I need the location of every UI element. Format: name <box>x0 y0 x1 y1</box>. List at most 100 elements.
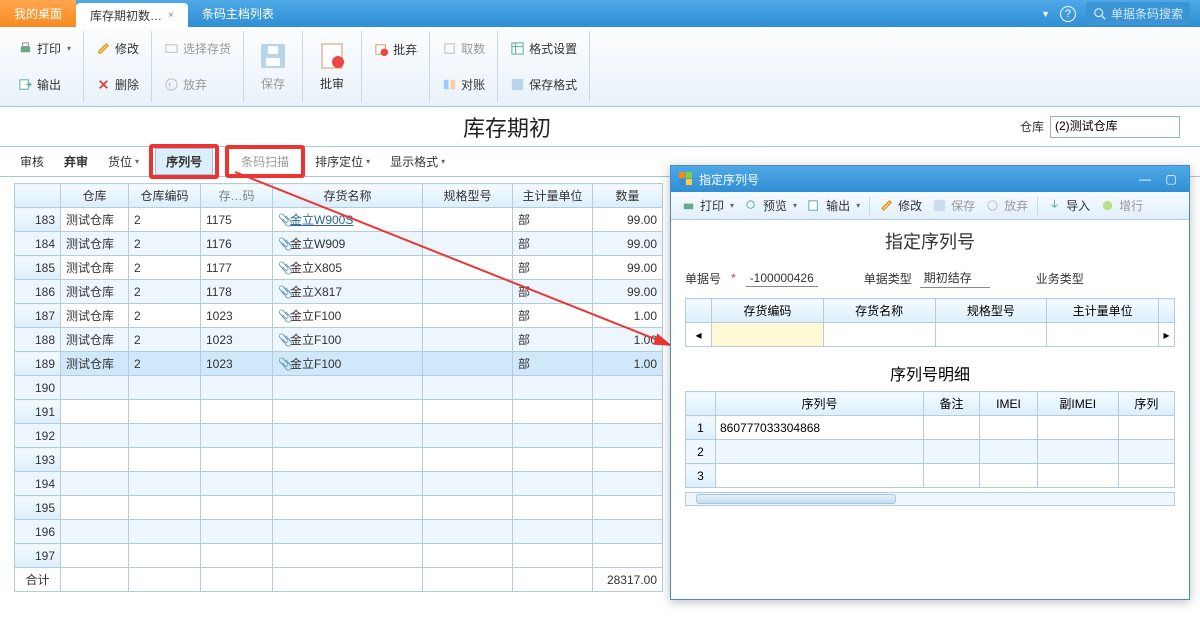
table-row[interactable]: 188测试仓库21023📎金立F100部1.00 <box>15 328 663 352</box>
dlg-preview-button[interactable]: 预览▾ <box>740 195 801 216</box>
table-row[interactable]: 186测试仓库21178📎金立X817部99.00 <box>15 280 663 304</box>
col-spec[interactable]: 规格型号 <box>935 299 1047 323</box>
col-spec[interactable]: 规格型号 <box>423 184 513 208</box>
table-row[interactable]: 189测试仓库21023📎金立F100部1.00 <box>15 352 663 376</box>
dialog-grid-header: 存货编码 存货名称 规格型号 主计量单位 ◂▸ <box>685 298 1175 347</box>
col-goods-name[interactable]: 存货名称 <box>273 184 423 208</box>
audit-button[interactable]: 审核 <box>10 149 54 174</box>
table-row[interactable]: 185测试仓库21177📎金立X805部99.00 <box>15 256 663 280</box>
page-header: 库存期初 仓库 (2)测试仓库 <box>0 107 1200 147</box>
dlg-print-button[interactable]: 打印▾ <box>677 195 738 216</box>
discard-audit-button[interactable]: 弃审 <box>54 149 98 174</box>
close-icon[interactable]: × <box>168 10 174 21</box>
table-row[interactable]: 187测试仓库21023📎金立F100部1.00 <box>15 304 663 328</box>
col-goods-name[interactable]: 存货名称 <box>823 299 935 323</box>
table-row[interactable]: 183测试仓库21175📎金立W900S部99.00 <box>15 208 663 232</box>
batch-discard-button[interactable]: 批弃 <box>370 39 421 60</box>
col-qty[interactable]: 数量 <box>593 184 663 208</box>
minimize-icon[interactable]: — <box>1135 171 1155 187</box>
dlg-import-button[interactable]: 导入 <box>1043 195 1094 216</box>
search-input[interactable]: 单据条码搜索 <box>1086 2 1190 25</box>
serial-button[interactable]: 序列号 <box>155 148 213 175</box>
recon-button[interactable]: 对账 <box>438 74 489 95</box>
tab-current[interactable]: 库存期初数…× <box>76 3 188 27</box>
biz-type-label: 业务类型 <box>1036 270 1084 287</box>
barcode-scan-button[interactable]: 条码扫描 <box>231 149 299 174</box>
col-serial2[interactable]: 序列 <box>1118 392 1174 416</box>
dlg-output-button[interactable]: 输出▾ <box>803 195 864 216</box>
dlg-addrow-button[interactable]: 增行 <box>1096 195 1147 216</box>
dialog-app-icon <box>679 172 693 186</box>
dialog-hscroll[interactable] <box>685 492 1175 506</box>
table-row[interactable]: 184测试仓库21176📎金立W909部99.00 <box>15 232 663 256</box>
doc-no-label: 单据号 <box>685 270 721 287</box>
save-icon <box>256 39 290 73</box>
table-row[interactable]: 195 <box>15 496 663 520</box>
output-button[interactable]: 输出 <box>14 74 75 95</box>
save-button[interactable]: 保存 <box>257 73 289 94</box>
warehouse-select[interactable]: (2)测试仓库 <box>1050 116 1180 138</box>
delete-button[interactable]: 删除 <box>92 74 143 95</box>
location-button[interactable]: 货位▾ <box>98 149 149 174</box>
col-warehouse[interactable]: 仓库 <box>61 184 129 208</box>
approve-icon <box>315 39 349 73</box>
dialog-toolbar: 打印▾ 预览▾ 输出▾ 修改 保存 放弃 导入 增行 <box>671 192 1189 220</box>
table-row[interactable]: 197 <box>15 544 663 568</box>
tab-desktop[interactable]: 我的桌面 <box>0 0 76 27</box>
discard-button[interactable]: 放弃 <box>160 74 235 95</box>
col-serial[interactable]: 序列号 <box>716 392 924 416</box>
table-row[interactable]: 196 <box>15 520 663 544</box>
ribbon: 打印▾ 输出 修改 删除 选择存货 放弃 保存 批审 批弃 取数 对账 格式设置… <box>0 27 1200 107</box>
dlg-save-button[interactable]: 保存 <box>928 195 979 216</box>
display-button[interactable]: 显示格式▾ <box>380 149 455 174</box>
serial-row[interactable]: 1860777033304868 <box>686 416 1175 440</box>
serial-row[interactable]: 3 <box>686 464 1175 488</box>
print-button[interactable]: 打印▾ <box>14 38 75 59</box>
serial-dialog: 指定序列号 — ▢ 打印▾ 预览▾ 输出▾ 修改 保存 放弃 导入 增行 指定序… <box>670 165 1190 600</box>
col-imei2[interactable]: 副IMEI <box>1037 392 1118 416</box>
dlg-discard-button[interactable]: 放弃 <box>981 195 1032 216</box>
save-format-button[interactable]: 保存格式 <box>506 74 581 95</box>
main-grid[interactable]: 仓库 仓库编码 存…码 存货名称 规格型号 主计量单位 数量 183测试仓库21… <box>14 183 662 592</box>
table-row[interactable]: 193 <box>15 448 663 472</box>
col-imei[interactable]: IMEI <box>980 392 1038 416</box>
maximize-icon[interactable]: ▢ <box>1161 171 1181 187</box>
table-row[interactable]: 192 <box>15 424 663 448</box>
getqty-button[interactable]: 取数 <box>438 38 489 59</box>
col-goods-code[interactable]: 存…码 <box>201 184 273 208</box>
doc-no-value: -100000426 <box>746 270 818 287</box>
select-goods-button[interactable]: 选择存货 <box>160 38 235 59</box>
table-row[interactable]: 190 <box>15 376 663 400</box>
dialog-subheading: 序列号明细 <box>671 351 1189 391</box>
serial-detail-grid[interactable]: 序列号 备注 IMEI 副IMEI 序列 186077703330486823 <box>685 391 1175 488</box>
main-tabbar: 我的桌面 库存期初数…× 条码主档列表 ▼ ? 单据条码搜索 <box>0 0 1200 27</box>
dialog-heading: 指定序列号 <box>671 220 1189 262</box>
approve-button[interactable]: 批审 <box>316 73 348 94</box>
dlg-modify-button[interactable]: 修改 <box>875 195 926 216</box>
help-icon[interactable]: ? <box>1060 6 1076 22</box>
highlight-barcode: 条码扫描 <box>225 145 305 178</box>
total-row: 合计28317.00 <box>15 568 663 592</box>
doc-type-label: 单据类型 <box>864 270 912 287</box>
tab-barcode-master[interactable]: 条码主档列表 <box>188 0 288 27</box>
col-unit[interactable]: 主计量单位 <box>1047 299 1159 323</box>
col-wh-code[interactable]: 仓库编码 <box>129 184 201 208</box>
dropdown-icon[interactable]: ▼ <box>1041 9 1050 19</box>
sort-button[interactable]: 排序定位▾ <box>305 149 380 174</box>
table-row[interactable]: 194 <box>15 472 663 496</box>
modify-button[interactable]: 修改 <box>92 38 143 59</box>
required-icon: * <box>731 271 736 285</box>
table-row[interactable]: 191 <box>15 400 663 424</box>
col-remark[interactable]: 备注 <box>923 392 979 416</box>
serial-row[interactable]: 2 <box>686 440 1175 464</box>
dialog-fields: 单据号 * -100000426 单据类型 期初结存 业务类型 <box>671 262 1189 294</box>
col-unit[interactable]: 主计量单位 <box>513 184 593 208</box>
dialog-titlebar[interactable]: 指定序列号 — ▢ <box>671 166 1189 192</box>
col-idx[interactable] <box>15 184 61 208</box>
col-goods-code[interactable]: 存货编码 <box>712 299 824 323</box>
format-button[interactable]: 格式设置 <box>506 38 581 59</box>
goods-code-cell[interactable] <box>712 323 824 347</box>
dialog-title: 指定序列号 <box>699 171 759 188</box>
search-icon <box>1093 7 1107 21</box>
page-title: 库存期初 <box>0 111 1014 143</box>
